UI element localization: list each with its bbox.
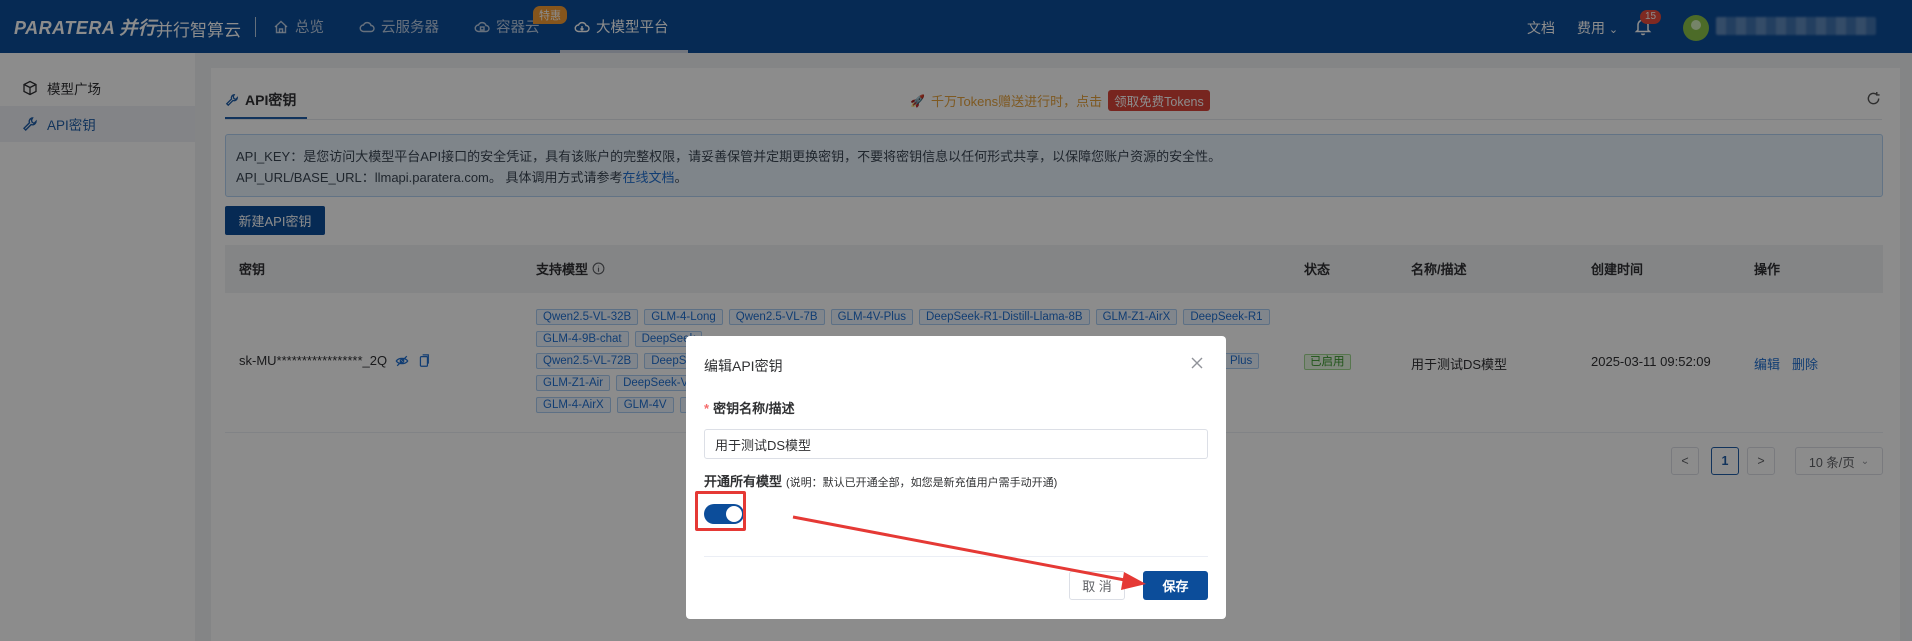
- dialog-title: 编辑API密钥: [704, 358, 783, 374]
- edit-api-key-dialog: 编辑API密钥 *密钥名称/描述 开通所有模型(说明：默认已开通全部，如您是新充…: [686, 336, 1226, 619]
- enable-all-models-text: 开通所有模型: [704, 474, 783, 489]
- key-name-input[interactable]: [704, 429, 1208, 459]
- close-icon[interactable]: [1190, 356, 1204, 370]
- annotation-highlight-box: [695, 491, 746, 531]
- key-name-label: * 密钥名称/描述: [704, 398, 795, 417]
- required-mark: *: [704, 401, 710, 416]
- save-button[interactable]: 保存: [1143, 571, 1208, 600]
- enable-all-models-label: 开通所有模型 (说明：默认已开通全部，如您是新充值用户需手动开通): [704, 471, 1057, 490]
- enable-all-models-hint: (说明：默认已开通全部，如您是新充值用户需手动开通): [786, 477, 1058, 489]
- cancel-button[interactable]: 取 消: [1069, 571, 1125, 600]
- key-name-label-text: 密钥名称/描述: [713, 401, 795, 416]
- dialog-footer-divider: [704, 556, 1208, 557]
